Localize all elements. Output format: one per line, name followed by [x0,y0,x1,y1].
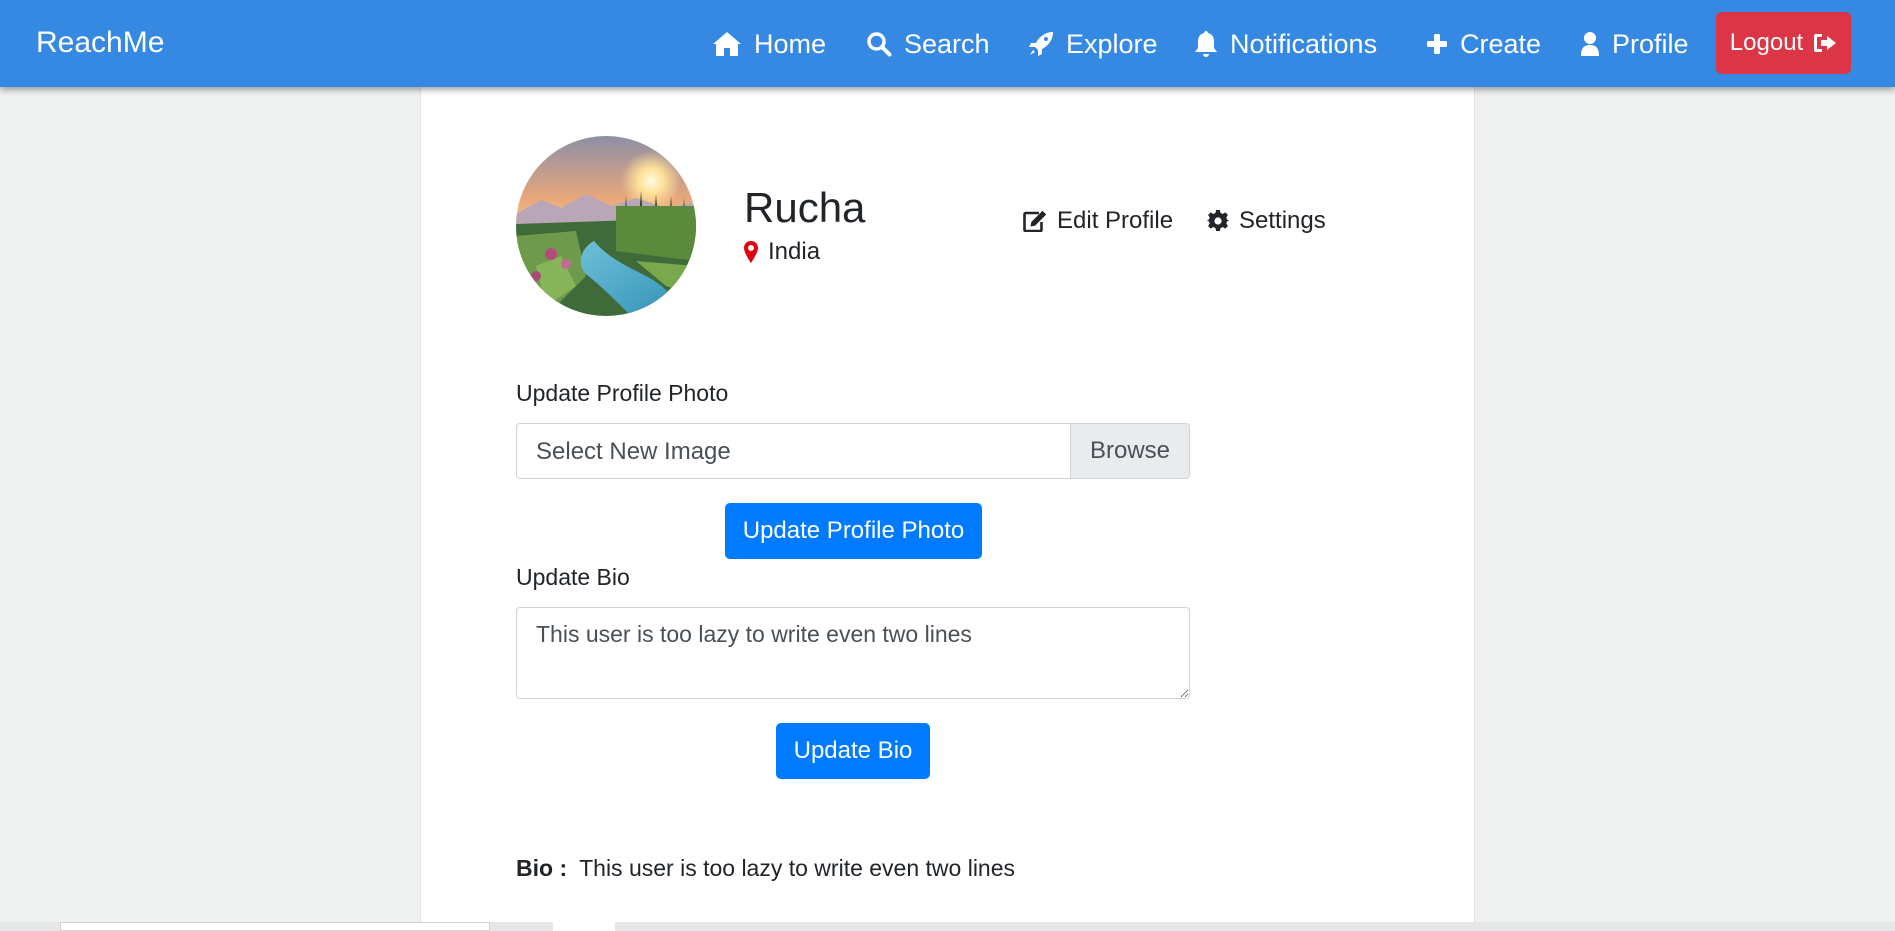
update-photo-button[interactable]: Update Profile Photo [725,503,982,559]
update-bio-button[interactable]: Update Bio [776,723,930,779]
bio-display-label: Bio : [516,855,568,881]
logout-button[interactable]: Logout [1716,12,1851,74]
browse-button[interactable]: Browse [1070,424,1189,478]
nav-create-label: Create [1460,28,1542,59]
home-icon [713,32,741,56]
horizontal-scrollbar-segment [553,922,615,931]
settings-label: Settings [1239,207,1326,234]
nav-home-label: Home [754,28,827,59]
location-text: India [768,238,821,265]
profile-location: India [744,237,820,267]
nav-profile[interactable]: Profile [1580,26,1689,62]
edit-profile-label: Edit Profile [1057,207,1174,234]
profile-name: Rucha [744,184,866,231]
settings-link[interactable]: Settings [1207,205,1326,237]
bio-display-text: This user is too lazy to write even two … [579,855,1016,881]
bell-icon [1195,31,1217,57]
gear-icon [1207,210,1229,232]
nav-notifications-label: Notifications [1230,28,1378,59]
nav-profile-label: Profile [1612,28,1689,59]
nav-explore-label: Explore [1066,28,1158,59]
edit-profile-link[interactable]: Edit Profile [1023,205,1173,237]
logout-label: Logout [1729,29,1804,56]
bio-textarea[interactable]: This user is too lazy to write even two … [516,607,1190,699]
avatar[interactable] [516,136,696,316]
sign-out-icon [1814,34,1837,52]
rocket-icon [1029,32,1053,56]
nav-home[interactable]: Home [712,26,826,62]
avatar-landscape-image [516,136,696,316]
file-input[interactable]: Select New Image Browse [516,423,1190,479]
nav-notifications[interactable]: Notifications [1194,26,1377,62]
file-input-placeholder: Select New Image [536,438,731,465]
brand-logo[interactable]: ReachMe [36,26,164,60]
top-navbar: ReachMe Home Search Explore Notification… [0,0,1895,87]
plus-icon [1427,34,1447,54]
update-bio-label: Update Bio [516,564,630,590]
nav-search-label: Search [904,28,990,59]
update-photo-label: Update Profile Photo [516,380,729,406]
search-icon [867,32,892,57]
nav-create[interactable]: Create [1426,26,1541,62]
map-marker-icon [744,241,758,263]
nav-search[interactable]: Search [866,26,990,62]
horizontal-scrollbar-thumb[interactable] [60,922,490,931]
bio-display: Bio : This user is too lazy to write even… [516,855,1015,882]
user-icon [1581,32,1599,56]
edit-icon [1023,210,1047,232]
nav-explore[interactable]: Explore [1028,26,1158,62]
